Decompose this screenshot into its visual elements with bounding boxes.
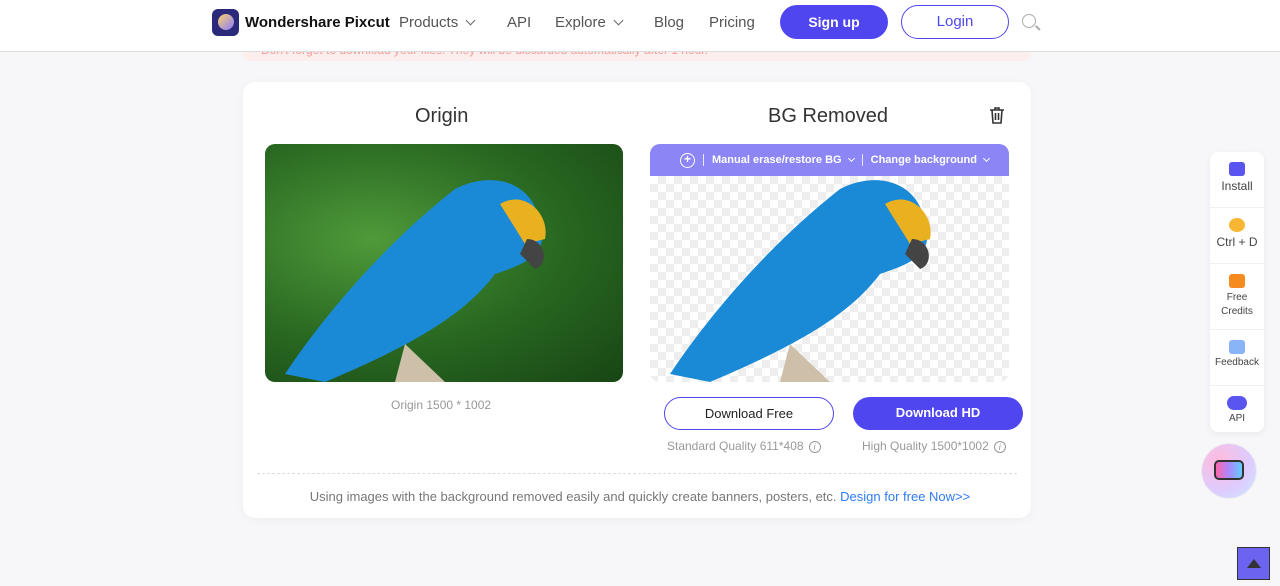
bg-removed-title: BG Removed: [768, 105, 889, 127]
nav-products[interactable]: Products: [399, 14, 476, 31]
sidebar-label: Free Credits: [1221, 292, 1253, 317]
info-icon[interactable]: i: [993, 441, 1006, 453]
download-free-button[interactable]: Download Free: [664, 397, 834, 430]
header: Wondershare Pixcut Products API Explore …: [0, 0, 1280, 52]
nav-pricing[interactable]: Pricing: [709, 14, 755, 31]
divider: [257, 473, 1017, 474]
trash-icon[interactable]: [989, 107, 1005, 124]
nav-label: Products: [399, 14, 459, 31]
sidebar-item-bookmark[interactable]: Ctrl + D: [1210, 208, 1264, 264]
api-icon: [1227, 396, 1247, 410]
nav-api[interactable]: API: [507, 14, 531, 31]
install-icon: [1229, 162, 1245, 176]
download-hd-button[interactable]: Download HD: [853, 397, 1023, 430]
origin-title: Origin: [415, 105, 469, 127]
footer-promo: Using images with the background removed…: [0, 489, 1280, 504]
standard-quality-text: Standard Quality 611*408: [667, 439, 804, 453]
pixcut-logo[interactable]: [212, 9, 239, 36]
origin-caption: Origin 1500 * 1002: [391, 398, 492, 412]
chat-icon: [1214, 460, 1244, 480]
zoom-in-icon[interactable]: +: [680, 152, 695, 168]
sidebar-label: Feedback: [1215, 357, 1259, 368]
signup-button[interactable]: Sign up: [780, 5, 888, 39]
edit-toolbar: + Manual erase/restore BG Change backgro…: [650, 144, 1009, 176]
sidebar-label: API: [1228, 413, 1246, 424]
login-button[interactable]: Login: [901, 5, 1009, 39]
chevron-down-icon: [982, 154, 991, 163]
standard-quality-caption: Standard Quality 611*408 i: [667, 439, 821, 453]
nav-label: Explore: [555, 14, 606, 31]
feedback-icon: [1229, 340, 1245, 354]
star-icon: [1229, 218, 1245, 232]
chat-button[interactable]: [1202, 444, 1256, 498]
separator: [861, 154, 863, 166]
parrot-image: [285, 180, 546, 382]
design-free-link[interactable]: Design for free Now>>: [840, 489, 970, 504]
footer-text: Using images with the background removed…: [309, 489, 837, 504]
nav-blog[interactable]: Blog: [654, 14, 684, 31]
sidebar-label: Ctrl + D: [1216, 235, 1258, 249]
parrot-cutout-image: [670, 180, 931, 382]
manual-erase-label: Manual erase/restore BG: [712, 154, 842, 166]
sidebar-item-free-credits[interactable]: Free Credits: [1210, 264, 1264, 330]
high-quality-text: High Quality 1500*1002: [862, 439, 989, 453]
gift-icon: [1229, 274, 1245, 288]
change-background-dropdown[interactable]: Change background: [870, 154, 991, 166]
high-quality-caption: High Quality 1500*1002 i: [862, 439, 1006, 453]
change-background-label: Change background: [870, 154, 977, 166]
sidebar-item-install[interactable]: Install: [1210, 152, 1264, 208]
chevron-down-icon: [613, 15, 624, 26]
bg-removed-image: [650, 144, 1009, 382]
chevron-down-icon: [847, 154, 855, 163]
separator: [703, 154, 704, 166]
brand-name[interactable]: Wondershare Pixcut: [245, 14, 390, 31]
search-icon[interactable]: [1022, 14, 1036, 28]
nav-explore[interactable]: Explore: [555, 14, 624, 31]
original-image: [265, 144, 623, 382]
floating-sidebar: Install Ctrl + D Free Credits Feedback A…: [1210, 152, 1264, 432]
chevron-down-icon: [465, 15, 476, 26]
back-to-top-button[interactable]: [1237, 547, 1270, 580]
info-icon[interactable]: i: [808, 441, 821, 453]
sidebar-item-feedback[interactable]: Feedback: [1210, 330, 1264, 386]
manual-erase-dropdown[interactable]: Manual erase/restore BG: [712, 154, 855, 166]
sidebar-label: Install: [1221, 179, 1253, 193]
sidebar-item-api[interactable]: API: [1210, 386, 1264, 442]
